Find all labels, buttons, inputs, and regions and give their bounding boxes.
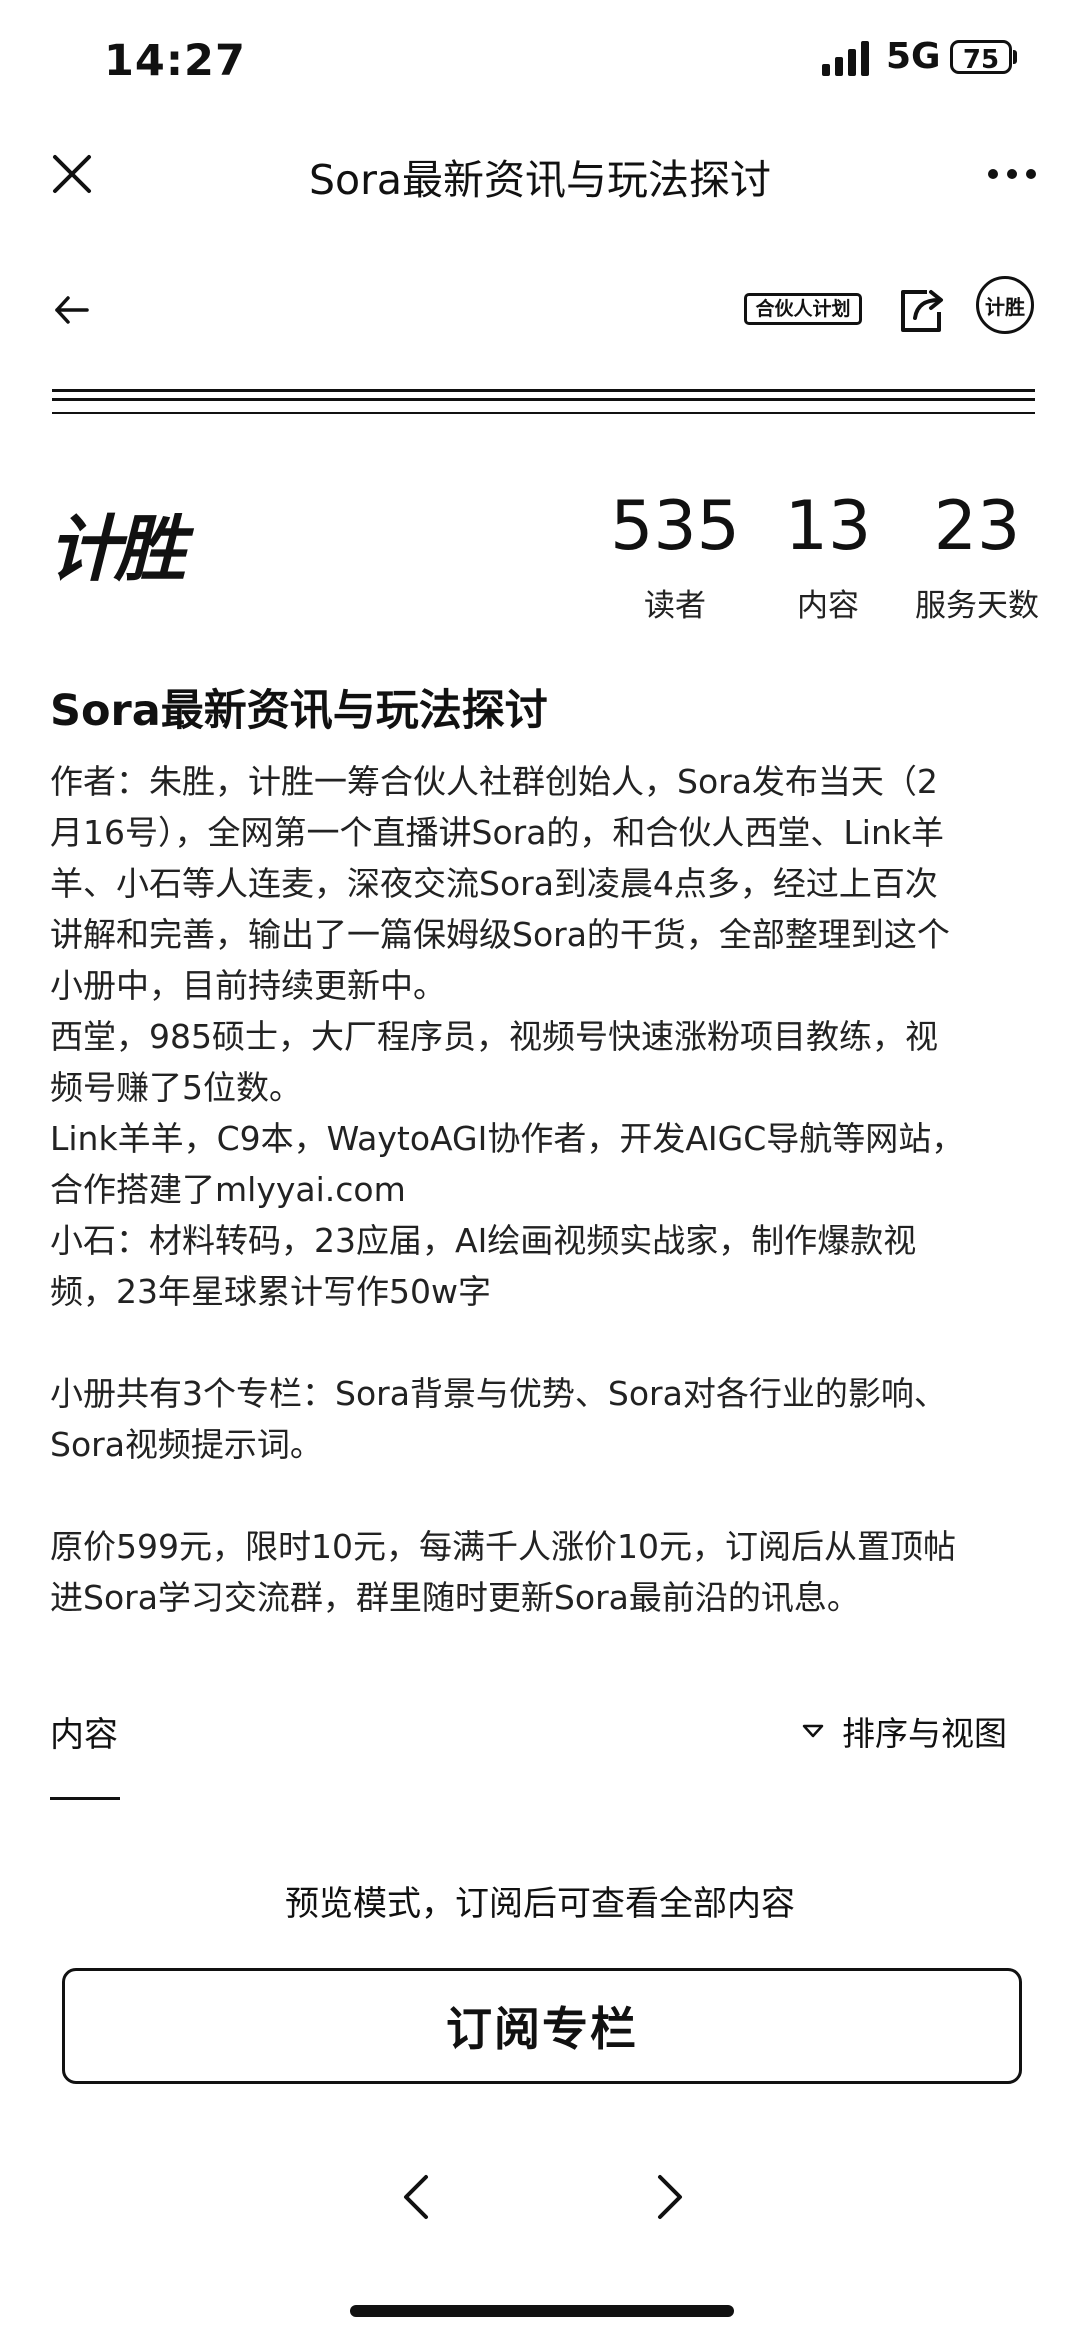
partner-plan-badge[interactable]: 合伙人计划: [744, 293, 862, 325]
share-button[interactable]: [890, 278, 954, 342]
chevron-left-icon: [404, 2175, 428, 2219]
sort-view-label: 排序与视图: [842, 1714, 1007, 1753]
tab-underline: [50, 1797, 120, 1800]
stat-readers-value: 535: [610, 487, 740, 566]
more-icon: [988, 169, 1036, 179]
triangle-down-icon: [802, 1724, 824, 1738]
back-arrow-icon: [55, 296, 89, 324]
stat-days-label: 服务天数: [915, 588, 1039, 624]
stat-readers-label: 读者: [644, 588, 706, 624]
description-paragraph: 小册共有3个专栏：Sora背景与优势、Sora对各行业的影响、 Sora视频提示…: [50, 1374, 947, 1464]
column-title: Sora最新资讯与玩法探讨: [50, 686, 548, 736]
more-button[interactable]: [980, 142, 1044, 206]
home-indicator[interactable]: [350, 2305, 734, 2317]
share-icon: [901, 290, 943, 332]
battery-icon: 75: [950, 40, 1012, 75]
description-paragraph: 西堂，985硕士，大厂程序员，视频号快速涨粉项目教练，视 频号赚了5位数。: [50, 1017, 938, 1107]
header-divider: [52, 389, 1035, 401]
stat-days-value: 23: [933, 487, 1021, 566]
back-button[interactable]: [40, 282, 104, 338]
sort-view-button[interactable]: 排序与视图: [802, 1707, 1007, 1755]
description-paragraph: 原价599元，限时10元，每满千人涨价10元，订阅后从置顶帖 进Sora学习交流…: [50, 1527, 956, 1617]
chevron-right-icon: [658, 2175, 682, 2219]
prev-page-button[interactable]: [386, 2162, 446, 2232]
description-paragraph: Link羊羊，C9本，WaytoAGI协作者，开发AIGC导航等网站， 合作搭建…: [50, 1119, 965, 1209]
battery-cap: [1013, 50, 1017, 64]
stat-content-value: 13: [784, 487, 872, 566]
header-divider-thin: [52, 412, 1035, 414]
subscribe-button[interactable]: 订阅专栏: [62, 1968, 1022, 2084]
stat-content-label: 内容: [797, 588, 859, 624]
signal-icon: [822, 41, 869, 76]
description-paragraph: 小石：材料转码，23应届，AI绘画视频实战家，制作爆款视 频，23年星球累计写作…: [50, 1221, 917, 1311]
brand-logo-text: 计胜: [48, 506, 186, 591]
page-title: Sora最新资讯与玩法探讨: [308, 156, 772, 204]
column-description: 作者：朱胜，计胜一筹合伙人社群创始人，Sora发布当天（2 月16号），全网第一…: [50, 756, 1030, 1623]
description-paragraph: 作者：朱胜，计胜一筹合伙人社群创始人，Sora发布当天（2 月16号），全网第一…: [50, 762, 950, 1005]
avatar[interactable]: 计胜: [976, 276, 1034, 334]
brand-logo: 计胜: [48, 490, 218, 610]
network-type: 5G: [886, 36, 941, 77]
next-page-button[interactable]: [640, 2162, 700, 2232]
status-time: 14:27: [104, 36, 246, 86]
preview-notice: 预览模式，订阅后可查看全部内容: [285, 1884, 795, 1924]
tab-content[interactable]: 内容: [50, 1707, 118, 1756]
